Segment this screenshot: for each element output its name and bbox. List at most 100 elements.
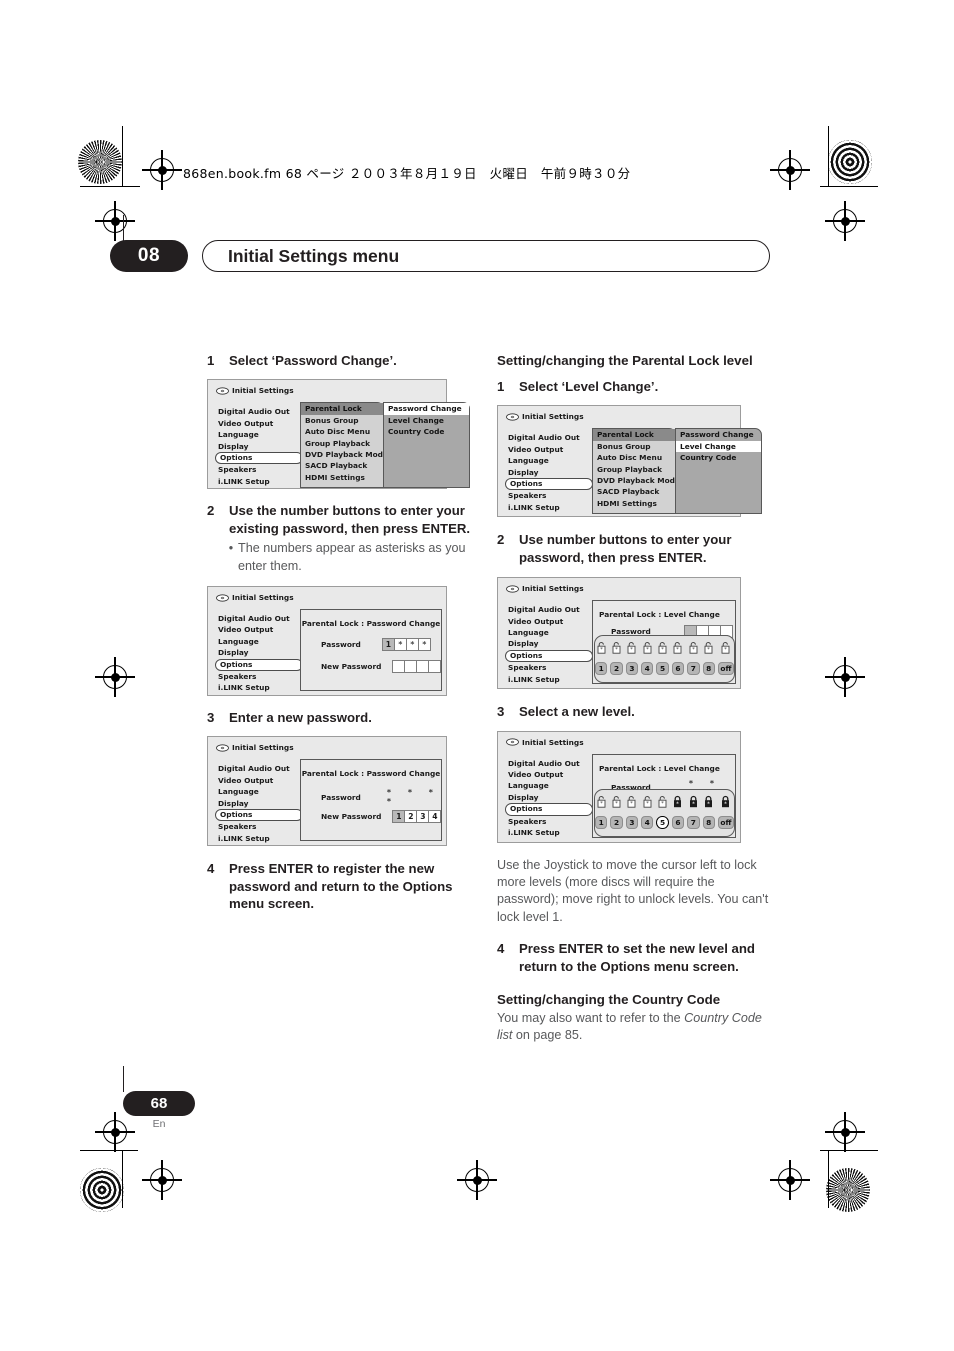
level-button[interactable]: 2 — [610, 815, 623, 829]
section-heading-parental-lock-level: Setting/changing the Parental Lock level — [497, 353, 753, 368]
crop-mark-bl-v — [122, 1150, 124, 1208]
osd-category-item[interactable]: Language — [215, 786, 303, 797]
osd-category-item[interactable]: i.LINK Setup — [215, 476, 303, 487]
osd-parental-item-parental-lock[interactable]: Parental Lock — [593, 429, 675, 441]
osd-parental-item[interactable]: Group Playback — [593, 464, 675, 475]
left-step-3-number: 3 — [207, 710, 215, 726]
osd-category-item[interactable]: Speakers — [215, 464, 303, 475]
osd-category-item[interactable]: Video Output — [215, 418, 303, 429]
osd-parental-item[interactable]: Bonus Group — [593, 441, 675, 452]
osd-category-item[interactable]: Language — [215, 429, 303, 440]
osd-category-item[interactable]: Digital Audio Out — [215, 406, 303, 417]
level-button[interactable]: 1 — [595, 815, 608, 829]
right-column: Setting/changing the Parental Lock level… — [497, 352, 775, 1045]
osd-sub-item-password-change[interactable]: Password Change — [384, 403, 469, 415]
level-button[interactable]: 7 — [687, 815, 700, 829]
osd-category-item-options[interactable]: Options — [215, 451, 303, 465]
level-button[interactable]: 4 — [641, 815, 654, 829]
left-step-4: 4 Press ENTER to register the new passwo… — [207, 860, 485, 912]
osd-category-item[interactable]: i.LINK Setup — [215, 833, 303, 844]
osd-category-item[interactable]: Speakers — [505, 662, 593, 673]
osd-sub-list: Password Change Level Change Country Cod… — [675, 428, 762, 515]
osd-category-item[interactable]: i.LINK Setup — [215, 682, 303, 693]
level-button[interactable]: 4 — [641, 662, 654, 676]
osd-category-item[interactable]: Display — [505, 792, 593, 803]
level-button[interactable]: 8 — [702, 815, 715, 829]
level-button[interactable]: 3 — [625, 815, 639, 829]
osd-category-item[interactable]: Speakers — [505, 490, 593, 501]
osd-category-item[interactable]: i.LINK Setup — [505, 502, 593, 513]
level-button[interactable]: 1 — [595, 662, 608, 676]
osd-parental-item[interactable]: DVD Playback Mode — [301, 449, 388, 460]
level-button[interactable]: 6 — [671, 815, 685, 829]
country-code-note: You may also want to refer to the Countr… — [497, 1010, 775, 1045]
osd-parental-item[interactable]: Auto Disc Menu — [593, 452, 675, 463]
lock-open-icon: * — [641, 641, 653, 654]
new-password-digit-box[interactable] — [428, 660, 442, 674]
osd-category-item[interactable]: Speakers — [505, 816, 593, 827]
osd-category-item-options[interactable]: Options — [505, 803, 593, 816]
osd-sub-item-level-change[interactable]: Level Change — [676, 440, 761, 453]
svg-text:*: * — [692, 801, 695, 807]
osd-category-item-options[interactable]: Options — [505, 478, 593, 491]
osd-category-item-options[interactable]: Options — [215, 658, 303, 671]
lock-closed-icon: * — [703, 795, 715, 808]
osd-parental-item[interactable]: HDMI Settings — [593, 498, 675, 509]
osd-sub-item-country-code[interactable]: Country Code — [676, 452, 761, 463]
svg-text:*: * — [615, 647, 618, 653]
osd-parental-item-parental-lock[interactable]: Parental Lock — [301, 403, 383, 415]
svg-text:*: * — [631, 647, 634, 653]
osd-category-item[interactable]: Display — [215, 647, 303, 658]
chapter-number: 08 — [110, 240, 188, 272]
level-button[interactable]: 6 — [671, 662, 685, 676]
level-button-selected[interactable]: 5 — [656, 815, 669, 829]
osd-parental-item[interactable]: Group Playback — [301, 438, 383, 449]
osd-parental-item[interactable]: SACD Playback — [301, 460, 383, 471]
osd-parental-item[interactable]: SACD Playback — [593, 486, 675, 497]
osd-category-item[interactable]: Language — [505, 627, 593, 638]
level-button[interactable]: 3 — [625, 662, 639, 676]
osd-sub-item-level-change[interactable]: Level Change — [384, 415, 469, 426]
osd-category-item[interactable]: Speakers — [215, 671, 303, 682]
osd-category-item[interactable]: Speakers — [215, 821, 303, 832]
osd-category-item[interactable]: i.LINK Setup — [505, 827, 593, 838]
level-button-off[interactable]: off — [717, 662, 734, 676]
osd-category-item-options[interactable]: Options — [215, 809, 303, 822]
lock-open-icon: * — [656, 641, 668, 654]
osd-parental-item[interactable]: Bonus Group — [301, 415, 383, 426]
osd-category-item[interactable]: Display — [215, 441, 303, 452]
osd-category-item[interactable]: Digital Audio Out — [505, 604, 593, 615]
level-button[interactable]: 2 — [610, 662, 623, 676]
osd-category-item-options[interactable]: Options — [505, 649, 593, 663]
level-button-off[interactable]: off — [717, 815, 734, 829]
osd-category-item[interactable]: i.LINK Setup — [505, 674, 593, 685]
osd-category-item[interactable]: Display — [505, 467, 593, 478]
osd-category-item[interactable]: Language — [215, 636, 303, 647]
osd-category-item[interactable]: Digital Audio Out — [215, 613, 303, 624]
osd-category-item[interactable]: Language — [505, 455, 593, 466]
osd-category-item[interactable]: Digital Audio Out — [505, 432, 593, 443]
osd-sub-item-country-code[interactable]: Country Code — [384, 426, 469, 437]
osd-parental-item[interactable]: HDMI Settings — [301, 472, 383, 483]
level-button[interactable]: 7 — [687, 662, 700, 676]
osd-category-item[interactable]: Digital Audio Out — [505, 758, 593, 769]
osd-category-item[interactable]: Video Output — [505, 616, 593, 627]
new-password-digit-box[interactable]: 4 — [428, 810, 442, 824]
osd-parental-item[interactable]: DVD Playback Mode — [593, 475, 680, 486]
osd-category-item[interactable]: Video Output — [215, 624, 303, 635]
osd-sub-item-password-change[interactable]: Password Change — [676, 429, 761, 440]
password-digit-box[interactable]: * — [417, 638, 431, 652]
osd-parental-list: Parental Lock Bonus Group Auto Disc Menu… — [300, 402, 388, 489]
lock-closed-icon: * — [718, 795, 734, 808]
osd-category-item[interactable]: Video Output — [505, 444, 593, 455]
osd-category-item[interactable]: Display — [505, 638, 593, 649]
level-button[interactable]: 8 — [702, 662, 715, 676]
osd-category-item[interactable]: Video Output — [505, 769, 593, 780]
osd-password-label: Password — [321, 792, 361, 802]
osd-category-item[interactable]: Video Output — [215, 775, 303, 786]
osd-category-item[interactable]: Language — [505, 780, 593, 791]
osd-category-item[interactable]: Display — [215, 798, 303, 809]
level-button[interactable]: 5 — [656, 662, 669, 676]
osd-parental-item[interactable]: Auto Disc Menu — [301, 426, 383, 437]
osd-category-item[interactable]: Digital Audio Out — [215, 763, 303, 774]
